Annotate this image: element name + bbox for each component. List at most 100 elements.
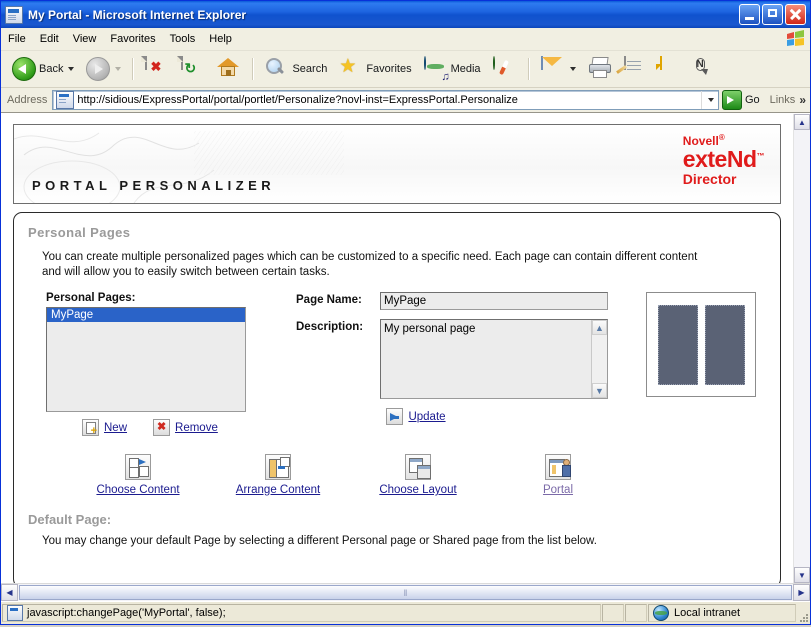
update-icon[interactable]: [386, 408, 404, 425]
toolbar-separator-3: [527, 58, 530, 80]
description-scrollbar[interactable]: ▲ ▼: [591, 320, 607, 398]
security-zone-label: Local intranet: [674, 607, 741, 619]
star-icon: ★: [339, 56, 357, 77]
address-input-wrap[interactable]: http://sidious/ExpressPortal/portal/port…: [52, 90, 719, 110]
scroll-down-icon[interactable]: ▼: [592, 383, 607, 398]
scroll-up-icon[interactable]: ▲: [592, 320, 607, 335]
back-dropdown-icon[interactable]: [68, 67, 75, 71]
action-choose-content[interactable]: Choose Content: [68, 454, 208, 496]
minimize-button[interactable]: [739, 4, 760, 25]
personal-pages-listbox[interactable]: MyPage: [46, 307, 246, 412]
page-favicon-icon: [56, 91, 75, 109]
maximize-button[interactable]: [762, 4, 783, 25]
choose-layout-link[interactable]: Choose Layout: [379, 484, 456, 496]
choose-layout-icon[interactable]: [405, 454, 431, 480]
history-button[interactable]: [488, 55, 522, 83]
back-label: Back: [39, 63, 64, 75]
address-label: Address: [7, 94, 48, 106]
close-button[interactable]: [785, 4, 806, 25]
refresh-icon: ↻: [181, 56, 205, 81]
resize-grip[interactable]: [796, 610, 810, 624]
forward-button[interactable]: [81, 55, 126, 83]
notes-button[interactable]: [655, 55, 689, 83]
page-actions: Choose Content Arrange Content Choose La…: [28, 454, 766, 496]
new-page-action[interactable]: New: [82, 419, 127, 437]
messenger-letter: N: [695, 58, 705, 71]
scroll-left-button[interactable]: ◀: [1, 584, 18, 601]
page-name-label: Page Name:: [296, 294, 362, 306]
logo-trademark: ™: [756, 151, 765, 161]
media-button[interactable]: ♫ Media: [419, 55, 486, 83]
pages-list-label: Personal Pages:: [46, 292, 136, 304]
intro-text: You can create multiple personalized pag…: [42, 250, 766, 280]
scroll-down-button[interactable]: ▼: [794, 567, 810, 583]
edit-button[interactable]: [615, 55, 653, 83]
window-controls: [739, 4, 808, 25]
update-link[interactable]: Update: [408, 411, 445, 423]
menu-item-file[interactable]: File: [1, 31, 33, 47]
mail-icon: [540, 56, 565, 81]
description-textarea[interactable]: [380, 319, 608, 399]
logo-registered: ®: [718, 133, 725, 142]
mail-dropdown-icon[interactable]: [569, 67, 576, 71]
favorites-button[interactable]: ★ Favorites: [334, 55, 416, 83]
scroll-right-button[interactable]: ▶: [793, 584, 810, 601]
home-button[interactable]: [212, 55, 246, 83]
menu-item-favorites[interactable]: Favorites: [103, 31, 162, 47]
remove-page-action[interactable]: Remove: [153, 419, 218, 436]
forward-dropdown-icon: [115, 67, 122, 71]
window-title: My Portal - Microsoft Internet Explorer: [28, 7, 247, 22]
new-link[interactable]: New: [104, 422, 127, 434]
list-item[interactable]: MyPage: [47, 308, 245, 322]
menu-item-edit[interactable]: Edit: [33, 31, 66, 47]
remove-page-icon[interactable]: [153, 419, 171, 436]
media-globe-icon: ♫: [423, 56, 450, 83]
back-button[interactable]: Back: [7, 55, 79, 83]
action-portal[interactable]: Portal: [488, 454, 628, 496]
action-arrange-content[interactable]: Arrange Content: [208, 454, 348, 496]
default-page-text: You may change your default Page by sele…: [42, 535, 597, 547]
horizontal-scroll-thumb[interactable]: ‖: [19, 585, 792, 600]
page-vertical-scrollbar[interactable]: ▲ ▼: [793, 114, 810, 583]
mail-button[interactable]: [536, 55, 581, 83]
toolbar-separator: [132, 58, 135, 80]
search-button[interactable]: Search: [260, 55, 332, 83]
stop-button[interactable]: ✖: [140, 55, 174, 83]
layout-preview: [646, 292, 756, 397]
new-page-icon[interactable]: [82, 419, 99, 437]
links-label[interactable]: Links: [766, 94, 800, 106]
portal-icon[interactable]: [545, 454, 571, 480]
menu-item-tools[interactable]: Tools: [163, 31, 203, 47]
home-icon: [217, 57, 241, 81]
novell-extend-director-logo: Novell® exteNd™ Director: [683, 133, 765, 187]
print-button[interactable]: [583, 55, 617, 83]
messenger-button[interactable]: N: [691, 55, 725, 83]
refresh-button[interactable]: ↻: [176, 55, 210, 83]
choose-content-icon[interactable]: [125, 454, 151, 480]
printer-icon: [588, 57, 612, 81]
go-button[interactable]: Go: [719, 90, 766, 110]
arrange-content-icon[interactable]: [265, 454, 291, 480]
address-bar: Address http://sidious/ExpressPortal/por…: [1, 88, 810, 113]
remove-link[interactable]: Remove: [175, 422, 218, 434]
update-action[interactable]: Update: [296, 408, 536, 425]
list-actions: New Remove: [82, 419, 286, 437]
globe-icon: [653, 605, 669, 621]
menu-item-help[interactable]: Help: [202, 31, 239, 47]
vertical-scroll-track[interactable]: [794, 130, 810, 567]
menu-item-view[interactable]: View: [66, 31, 104, 47]
address-dropdown-icon[interactable]: [700, 91, 718, 109]
page-horizontal-scrollbar[interactable]: ◀ ‖ ▶: [1, 583, 810, 601]
toolbar-overflow-icon[interactable]: »: [799, 93, 810, 107]
action-choose-layout[interactable]: Choose Layout: [348, 454, 488, 496]
page-name-input[interactable]: [380, 292, 608, 310]
portal-link[interactable]: Portal: [543, 484, 573, 496]
scroll-up-button[interactable]: ▲: [794, 114, 810, 130]
status-pane-3: [625, 604, 647, 622]
choose-content-link[interactable]: Choose Content: [96, 484, 179, 496]
title-bar: My Portal - Microsoft Internet Explorer: [1, 1, 810, 28]
menu-bar: File Edit View Favorites Tools Help: [1, 28, 810, 51]
address-input[interactable]: http://sidious/ExpressPortal/portal/port…: [77, 94, 701, 106]
arrange-content-link[interactable]: Arrange Content: [236, 484, 320, 496]
back-arrow-icon: [12, 57, 36, 81]
